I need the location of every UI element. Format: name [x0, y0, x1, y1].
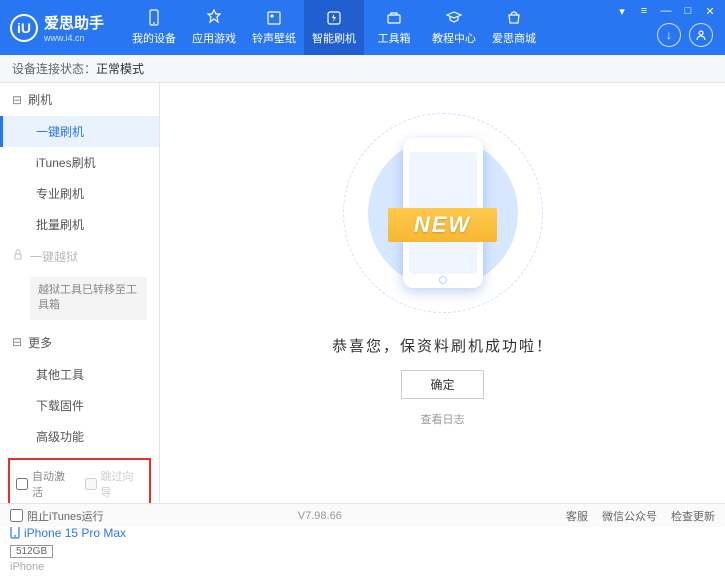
sidebar-item-other-tools[interactable]: 其他工具 [0, 359, 159, 390]
nav-store[interactable]: 爱思商城 [484, 0, 544, 55]
download-button[interactable]: ↓ [657, 23, 681, 47]
store-icon [505, 9, 523, 27]
nav-label: 我的设备 [132, 30, 176, 46]
checkbox-input [85, 478, 97, 490]
footer-link-support[interactable]: 客服 [566, 508, 588, 524]
success-message: 恭喜您，保资料刷机成功啦！ [332, 335, 553, 356]
checkbox-input[interactable] [16, 478, 28, 490]
sidebar-item-batch-flash[interactable]: 批量刷机 [0, 209, 159, 240]
menu-icon[interactable]: ≡ [637, 4, 651, 18]
version-label: V7.98.66 [298, 510, 342, 522]
nav-tutorial[interactable]: 教程中心 [424, 0, 484, 55]
sidebar-item-oneclick-flash[interactable]: 一键刷机 [0, 116, 159, 147]
footer-link-update[interactable]: 检查更新 [671, 508, 715, 524]
nav-label: 应用游戏 [192, 30, 236, 46]
brand-url: www.i4.cn [44, 33, 104, 43]
checkbox-input[interactable] [10, 509, 23, 522]
minimize-icon[interactable]: — [659, 4, 673, 18]
expand-icon: ⊟ [12, 93, 22, 107]
options-box: 自动激活 跳过向导 [8, 458, 151, 510]
status-value: 正常模式 [96, 60, 144, 77]
sidebar-item-pro-flash[interactable]: 专业刷机 [0, 178, 159, 209]
footer-link-wechat[interactable]: 微信公众号 [602, 508, 657, 524]
checkbox-label: 跳过向导 [101, 468, 144, 500]
wallpaper-icon [265, 9, 283, 27]
nav-toolbox[interactable]: 工具箱 [364, 0, 424, 55]
nav-my-device[interactable]: 我的设备 [124, 0, 184, 55]
nav-label: 教程中心 [432, 30, 476, 46]
sidebar: ⊟ 刷机 一键刷机 iTunes刷机 专业刷机 批量刷机 一键越狱 越狱工具已转… [0, 83, 160, 503]
close-icon[interactable]: ✕ [703, 4, 717, 18]
sidebar-header-label: 刷机 [28, 91, 52, 108]
maximize-icon[interactable]: □ [681, 4, 695, 18]
nav-smart-flash[interactable]: 智能刷机 [304, 0, 364, 55]
nav-apps-games[interactable]: 应用游戏 [184, 0, 244, 55]
jailbreak-moved-msg: 越狱工具已转移至工具箱 [30, 277, 147, 320]
logo: iU 爱思助手 www.i4.cn [10, 12, 104, 43]
device-type: iPhone [10, 561, 149, 573]
sidebar-item-itunes-flash[interactable]: iTunes刷机 [0, 147, 159, 178]
nav-label: 工具箱 [378, 30, 411, 46]
confirm-button[interactable]: 确定 [401, 370, 483, 399]
nav-label: 铃声壁纸 [252, 30, 296, 46]
lock-icon [12, 249, 24, 264]
skin-icon[interactable]: ▾ [615, 4, 629, 18]
app-header: iU 爱思助手 www.i4.cn 我的设备 应用游戏 铃声壁纸 智能刷机 工具… [0, 0, 725, 55]
success-illustration: NEW [343, 113, 543, 313]
nav-ring-wallpaper[interactable]: 铃声壁纸 [244, 0, 304, 55]
sidebar-header-jailbreak: 一键越狱 [0, 240, 159, 273]
checkbox-label: 阻止iTunes运行 [27, 508, 104, 524]
logo-icon: iU [10, 14, 38, 42]
skip-guide-checkbox[interactable]: 跳过向导 [85, 468, 144, 500]
storage-badge: 512GB [10, 545, 53, 558]
top-nav: 我的设备 应用游戏 铃声壁纸 智能刷机 工具箱 教程中心 爱思商城 [124, 0, 544, 55]
sidebar-header-more[interactable]: ⊟ 更多 [0, 326, 159, 359]
tutorial-icon [445, 9, 463, 27]
device-name: iPhone 15 Pro Max [10, 525, 149, 542]
auto-activate-checkbox[interactable]: 自动激活 [16, 468, 75, 500]
device-icon [145, 9, 163, 27]
flash-icon [325, 9, 343, 27]
status-label: 设备连接状态： [12, 60, 96, 77]
view-log-link[interactable]: 查看日志 [421, 411, 465, 427]
nav-label: 智能刷机 [312, 30, 356, 46]
sidebar-header-label: 一键越狱 [30, 248, 78, 265]
account-button[interactable] [689, 23, 713, 47]
status-bar: 设备连接状态： 正常模式 [0, 55, 725, 83]
block-itunes-checkbox[interactable]: 阻止iTunes运行 [10, 508, 104, 524]
sidebar-item-advanced[interactable]: 高级功能 [0, 421, 159, 452]
footer: 阻止iTunes运行 V7.98.66 客服 微信公众号 检查更新 [0, 503, 725, 527]
phone-icon [10, 525, 20, 542]
nav-label: 爱思商城 [492, 30, 536, 46]
content-area: NEW 恭喜您，保资料刷机成功啦！ 确定 查看日志 [160, 83, 725, 503]
checkbox-label: 自动激活 [32, 468, 75, 500]
brand-title: 爱思助手 [44, 12, 104, 33]
toolbox-icon [385, 9, 403, 27]
sidebar-item-download-firmware[interactable]: 下载固件 [0, 390, 159, 421]
window-controls: ▾ ≡ — □ ✕ [615, 4, 717, 18]
apps-icon [205, 9, 223, 27]
expand-icon: ⊟ [12, 335, 22, 349]
sidebar-header-label: 更多 [28, 334, 52, 351]
sidebar-header-flash[interactable]: ⊟ 刷机 [0, 83, 159, 116]
new-ribbon: NEW [388, 208, 497, 242]
